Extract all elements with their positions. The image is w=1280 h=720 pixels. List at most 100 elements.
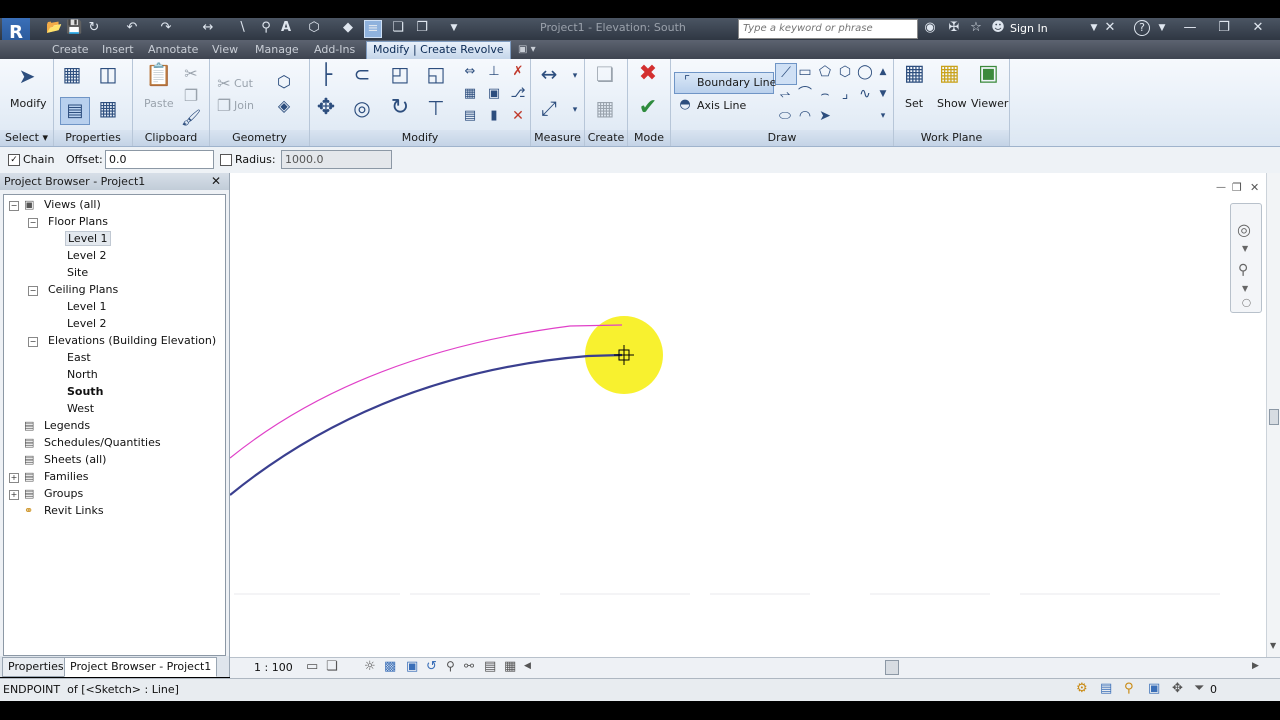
paste-button[interactable]: Paste	[144, 97, 174, 110]
properties-icon[interactable]: ▤	[60, 97, 90, 125]
copy-element-icon[interactable]: ◎	[352, 98, 372, 119]
match-type-icon[interactable]: 🖌	[181, 109, 201, 129]
tab-add-ins[interactable]: Add-Ins	[314, 42, 355, 57]
select-underlay-icon[interactable]: ▤	[1100, 681, 1112, 696]
views-collapse-icon[interactable]: −	[9, 201, 19, 211]
family-category-icon[interactable]: ▦	[98, 98, 118, 119]
trim-extend-icon[interactable]: ⊤	[426, 98, 446, 119]
join-geometry-icon[interactable]: ❐	[214, 97, 234, 117]
axis-line-button[interactable]: Axis Line	[697, 99, 746, 112]
sign-in-link[interactable]: Sign In	[1010, 22, 1048, 35]
dimension-dropdown-icon[interactable]: ▾	[565, 101, 585, 121]
tree-ceiling-level-1[interactable]: Level 1	[67, 300, 107, 313]
switch-windows-icon[interactable]: ❐	[414, 20, 430, 36]
tree-elevation-west[interactable]: West	[67, 402, 94, 415]
radius-input[interactable]: 1000.0	[281, 150, 392, 169]
set-work-plane-button[interactable]: Set	[905, 97, 923, 110]
constraints-icon[interactable]: ▦	[504, 659, 516, 674]
hscroll-left-icon[interactable]: ◀	[524, 661, 531, 671]
offset-input[interactable]: 0.0	[105, 150, 214, 169]
thin-lines-qat-icon[interactable]: ≡	[364, 20, 382, 38]
tab-modify-create-revolve[interactable]: Modify | Create Revolve	[366, 41, 511, 59]
nav-bar-options-icon[interactable]: ◯	[1242, 298, 1251, 307]
tree-sheets[interactable]: Sheets (all)	[44, 453, 106, 466]
analytical-model-icon[interactable]: ▤	[484, 659, 496, 674]
help-dropdown-icon[interactable]: ▼	[1154, 20, 1170, 36]
mirror-draw-icon[interactable]: ◱	[426, 64, 446, 85]
steering-wheel-icon[interactable]: ◎	[1237, 220, 1251, 239]
select-pinned-icon[interactable]: ⚲	[1124, 681, 1134, 696]
work-plane-viewer-button[interactable]: Viewer	[971, 97, 1008, 110]
create-group-icon[interactable]: ❏	[595, 64, 615, 85]
offset-icon[interactable]: ⊂	[352, 64, 372, 85]
cut-geometry-button[interactable]: Cut	[234, 77, 253, 90]
tab-view[interactable]: View	[212, 42, 238, 57]
measure-dropdown-icon[interactable]: ▾	[565, 67, 585, 87]
pin-lock-icon[interactable]: ⎇	[508, 85, 528, 105]
split-icon[interactable]: ⇔	[460, 63, 480, 83]
split-gap-icon[interactable]: ✗	[508, 63, 528, 83]
tree-legends[interactable]: Legends	[44, 419, 90, 432]
ceiling-plans-collapse-icon[interactable]: −	[28, 286, 38, 296]
draw-scroll-down-icon[interactable]: ▼	[877, 85, 889, 105]
tree-floor-level-1[interactable]: Level 1	[65, 231, 111, 246]
tree-ceiling-level-2[interactable]: Level 2	[67, 317, 107, 330]
tree-elevations[interactable]: Elevations (Building Elevation)	[48, 334, 216, 347]
scroll-thumb[interactable]	[1269, 409, 1279, 425]
undo-icon[interactable]: ↶	[124, 20, 140, 36]
draw-polygon-icon[interactable]: ⬠	[815, 63, 835, 83]
sun-path-icon[interactable]: ☼	[364, 659, 376, 674]
detail-level-icon[interactable]: ▭	[306, 659, 318, 674]
radius-checkbox[interactable]	[220, 153, 232, 166]
zoom-icon[interactable]: ⚲	[1238, 262, 1248, 278]
copy-icon[interactable]: ❐	[181, 87, 201, 107]
drag-on-selection-icon[interactable]: ✥	[1172, 681, 1183, 696]
draw-arc-center-icon[interactable]: ⌒	[795, 85, 815, 105]
drawing-canvas[interactable]: — ❐ ✕ ◎ ▼ ⚲ ▼ ◯	[230, 173, 1266, 657]
show-work-plane-button[interactable]: Show	[937, 97, 967, 110]
boundary-line-button[interactable]: ⌜ Boundary Line	[674, 72, 776, 94]
tree-floor-level-2[interactable]: Level 2	[67, 249, 107, 262]
tree-families[interactable]: Families	[44, 470, 88, 483]
tree-views-all[interactable]: Views (all)	[44, 198, 101, 211]
trim-single-icon[interactable]: ▮	[484, 107, 504, 127]
3d-view-qat-icon[interactable]: ⬡	[306, 20, 322, 36]
floor-plans-collapse-icon[interactable]: −	[28, 218, 38, 228]
scale-icon[interactable]: ▤	[460, 107, 480, 127]
select-panel-label[interactable]: Select ▾	[0, 130, 53, 146]
rotate-icon[interactable]: ↻	[390, 97, 410, 119]
dimension-qat-icon[interactable]: ∖	[234, 20, 250, 36]
maximize-icon[interactable]: ❐	[1216, 20, 1232, 36]
tab-properties-palette[interactable]: Properties	[2, 657, 70, 677]
cut-geometry-icon[interactable]: ✂	[214, 75, 234, 95]
mirror-axis-icon[interactable]: ◰	[390, 64, 410, 85]
visual-style-icon[interactable]: ❏	[326, 659, 338, 674]
tree-revit-links[interactable]: Revit Links	[44, 504, 104, 517]
set-work-plane-icon[interactable]: ▦	[904, 63, 925, 85]
project-browser-close-icon[interactable]: ✕	[211, 173, 221, 190]
shadows-icon[interactable]: ▩	[384, 659, 396, 674]
draw-circumscribed-icon[interactable]: ⬡	[835, 63, 855, 83]
type-properties-icon[interactable]: ▦	[62, 64, 82, 85]
sync-icon[interactable]: ↻	[86, 20, 102, 36]
sign-in-dropdown-icon[interactable]: ▼	[1086, 20, 1102, 36]
help-icon[interactable]: ?	[1134, 20, 1150, 36]
tab-insert[interactable]: Insert	[102, 42, 134, 57]
draw-fillet-icon[interactable]: ⌟	[835, 85, 855, 105]
tree-elevation-north[interactable]: North	[67, 368, 98, 381]
vertical-scrollbar[interactable]: ▼	[1266, 173, 1280, 657]
pin-icon[interactable]: ⊥	[484, 63, 504, 83]
modify-cursor-icon[interactable]: ➤	[17, 66, 37, 87]
paint-icon[interactable]: ◈	[274, 97, 294, 117]
filter-icon[interactable]: ⏷	[1194, 681, 1204, 696]
modify-button[interactable]: Modify	[10, 97, 46, 110]
close-icon[interactable]: ✕	[1250, 20, 1266, 36]
groups-expand-icon[interactable]: +	[9, 490, 19, 500]
exchange-icon[interactable]: ✕	[1102, 20, 1118, 36]
tree-schedules[interactable]: Schedules/Quantities	[44, 436, 161, 449]
ribbon-minimize-icon[interactable]: ▣ ▾	[518, 42, 536, 57]
save-icon[interactable]: 💾	[66, 20, 82, 36]
open-icon[interactable]: 📂	[46, 20, 62, 36]
view-scale[interactable]: 1 : 100	[254, 661, 293, 674]
close-hidden-icon[interactable]: ❏	[390, 20, 406, 36]
